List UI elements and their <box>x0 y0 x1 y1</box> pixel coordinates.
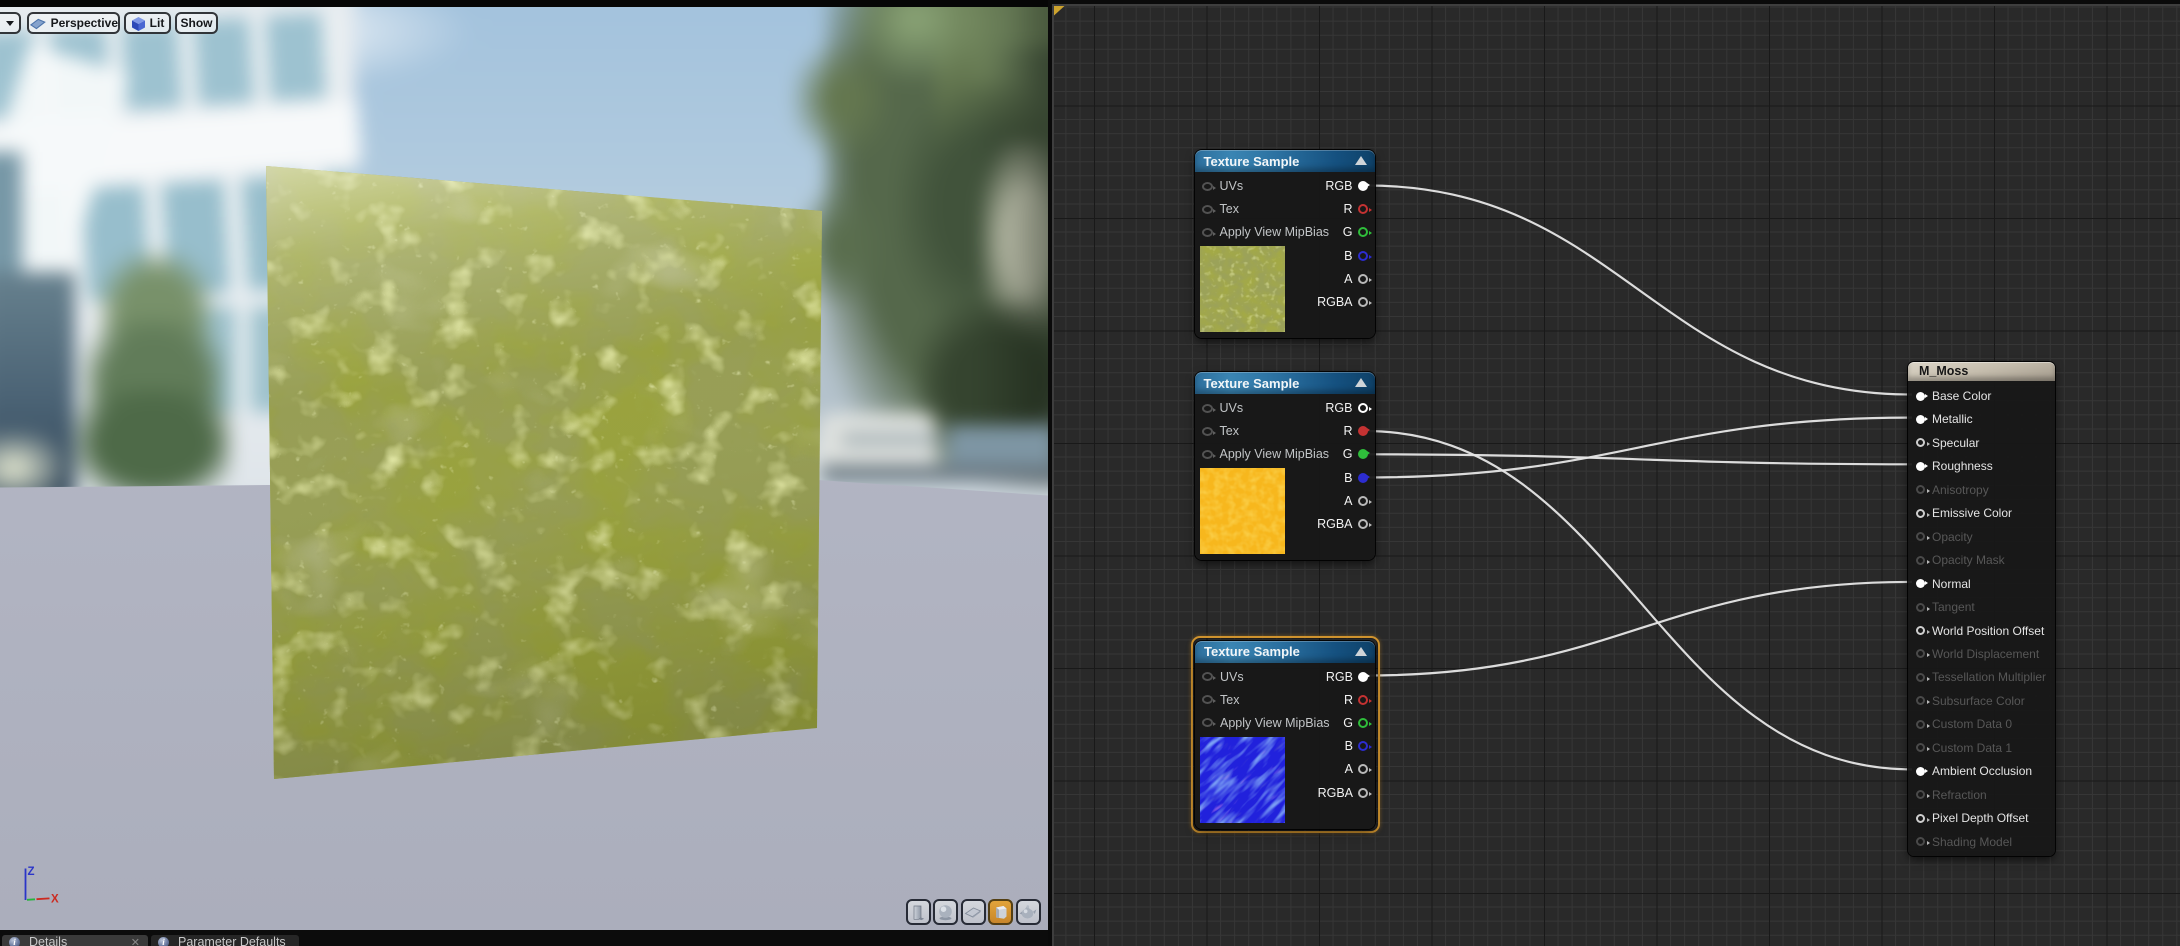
svg-text:Z: Z <box>28 866 35 878</box>
svg-text:X: X <box>51 894 59 906</box>
